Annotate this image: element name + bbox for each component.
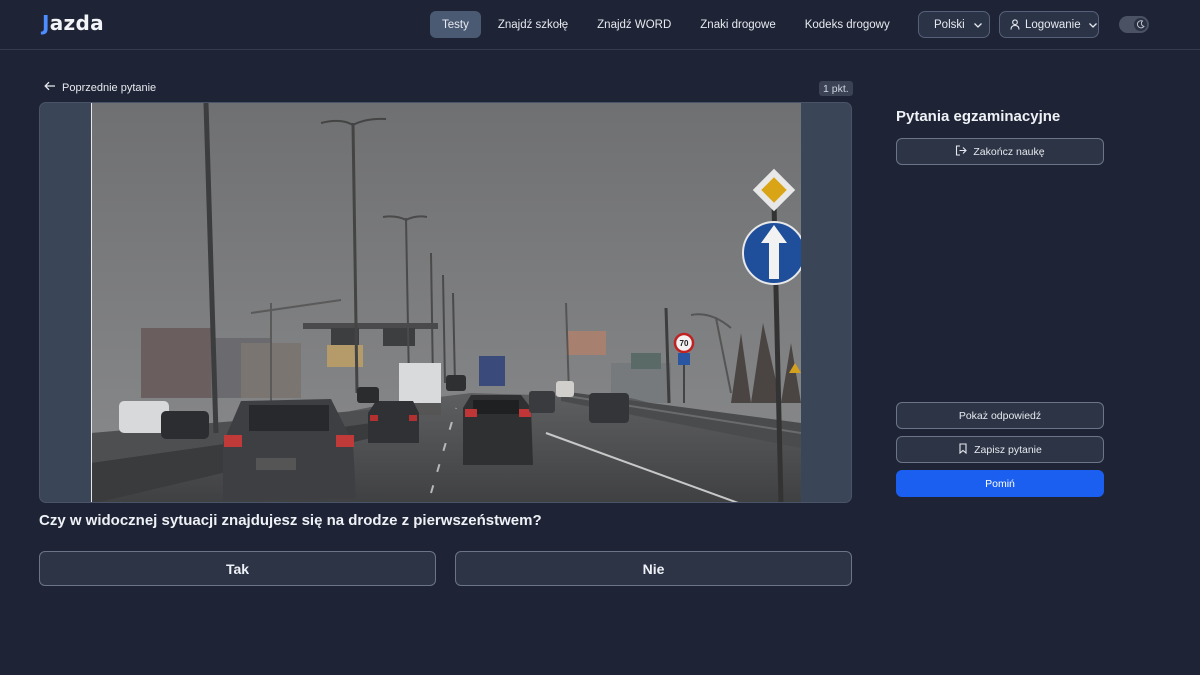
language-label: Polski (934, 18, 965, 31)
road-scene-photo: 70 (91, 103, 801, 502)
skip-button[interactable]: Pomiń (896, 470, 1104, 497)
main-nav: Testy Znajdź szkołę Znajdź WORD Znaki dr… (430, 11, 954, 38)
save-question-label: Zapisz pytanie (974, 443, 1042, 456)
nav-item-testy[interactable]: Testy (430, 11, 481, 38)
logo[interactable]: Jazda (42, 11, 104, 35)
nav-item-znajdz-word[interactable]: Znajdź WORD (585, 11, 683, 38)
chevron-down-icon (1088, 20, 1098, 30)
nav-item-znaki-drogowe[interactable]: Znaki drogowe (688, 11, 787, 38)
nav-item-kodeks-drogowy[interactable]: Kodeks drogowy (793, 11, 902, 38)
logo-mark: J (42, 11, 50, 35)
login-label: Logowanie (1025, 18, 1081, 31)
question-media: 70 (39, 102, 852, 503)
previous-question-link[interactable]: Poprzednie pytanie (44, 81, 156, 94)
points-badge: 1 pkt. (819, 81, 853, 96)
end-learning-button[interactable]: Zakończ naukę (896, 138, 1104, 165)
language-select[interactable]: Polski (918, 11, 990, 38)
panel-title: Pytania egzaminacyjne (896, 108, 1061, 125)
speed-limit-text: 70 (680, 339, 689, 348)
exit-icon (955, 144, 973, 159)
bookmark-icon (958, 442, 974, 457)
theme-toggle[interactable] (1119, 16, 1149, 33)
question-text: Czy w widocznej sytuacji znajdujesz się … (39, 512, 542, 529)
logo-text: azda (49, 11, 104, 35)
top-bar: Jazda Testy Znajdź szkołę Znajdź WORD Zn… (0, 0, 1200, 50)
chevron-down-icon (973, 20, 983, 30)
arrow-left-icon (44, 81, 62, 94)
login-button[interactable]: Logowanie (999, 11, 1099, 38)
moon-icon (1134, 18, 1147, 31)
answer-yes-button[interactable]: Tak (39, 551, 436, 586)
nav-item-znajdz-szkole[interactable]: Znajdź szkołę (486, 11, 580, 38)
end-learning-label: Zakończ naukę (973, 145, 1045, 158)
show-answer-button[interactable]: Pokaż odpowiedź (896, 402, 1104, 429)
save-question-button[interactable]: Zapisz pytanie (896, 436, 1104, 463)
user-icon (1010, 19, 1020, 30)
answer-no-button[interactable]: Nie (455, 551, 852, 586)
previous-question-label: Poprzednie pytanie (62, 81, 157, 94)
